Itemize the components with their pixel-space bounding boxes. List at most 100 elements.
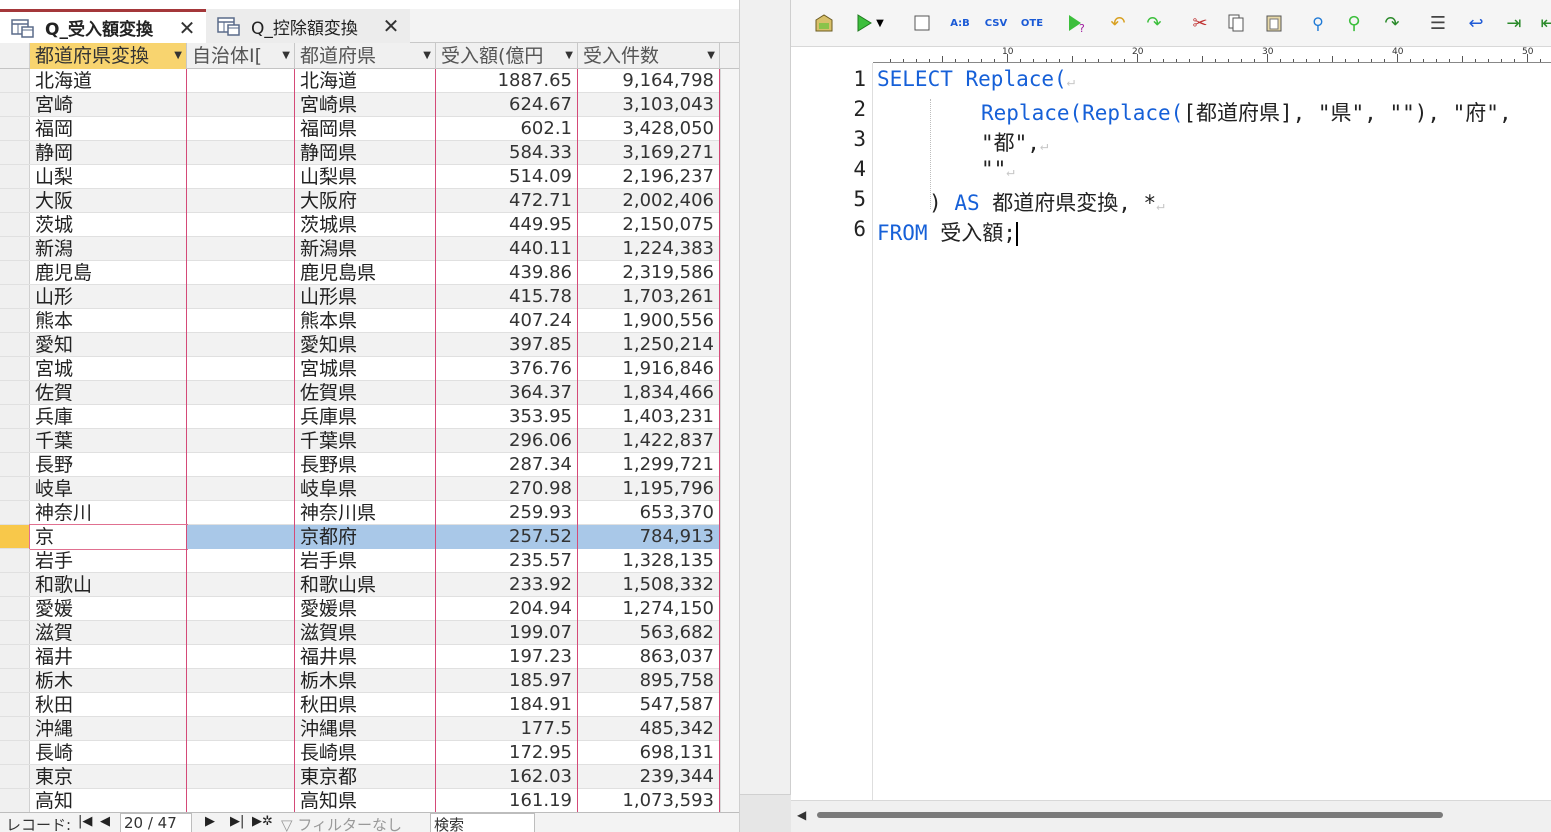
cell-jichitai-id[interactable] [187, 309, 295, 333]
cell-jichitai-id[interactable] [187, 669, 295, 693]
cell-todoufuken[interactable]: 宮城県 [295, 357, 436, 381]
row-selector[interactable] [0, 789, 30, 812]
cell-ukeire-gaku[interactable]: 353.95 [436, 405, 578, 429]
cell-ukeire-kensu[interactable]: 485,342 [578, 717, 720, 741]
cell-jichitai-id[interactable] [187, 501, 295, 525]
table-row[interactable]: 長野 長野県 287.34 1,299,721 [0, 453, 739, 477]
cell-todoufuken-henkan[interactable]: 岐阜 [30, 477, 187, 501]
cell-ukeire-gaku[interactable]: 197.23 [436, 645, 578, 669]
cell-todoufuken[interactable]: 新潟県 [295, 237, 436, 261]
cell-todoufuken[interactable]: 山形県 [295, 285, 436, 309]
cell-ukeire-kensu[interactable]: 1,250,214 [578, 333, 720, 357]
row-selector[interactable] [0, 693, 30, 716]
csv-icon[interactable]: CSV [983, 10, 1009, 36]
cell-ukeire-gaku[interactable]: 449.95 [436, 213, 578, 237]
table-row[interactable]: 愛媛 愛媛県 204.94 1,274,150 [0, 597, 739, 621]
cell-jichitai-id[interactable] [187, 573, 295, 597]
vertical-scrollbar[interactable] [720, 69, 739, 814]
row-selector[interactable] [0, 357, 30, 380]
paste-icon[interactable] [1261, 10, 1287, 36]
cell-jichitai-id[interactable] [187, 597, 295, 621]
cell-todoufuken[interactable]: 大阪府 [295, 189, 436, 213]
cell-todoufuken-henkan[interactable]: 茨城 [30, 213, 187, 237]
row-selector[interactable] [0, 741, 30, 764]
dropdown-arrow-icon[interactable]: ▼ [174, 43, 182, 69]
table-row[interactable]: 鹿児島 鹿児島県 439.86 2,319,586 [0, 261, 739, 285]
cell-ukeire-kensu[interactable]: 2,150,075 [578, 213, 720, 237]
row-selector[interactable] [0, 309, 30, 332]
cell-ukeire-gaku[interactable]: 407.24 [436, 309, 578, 333]
cell-ukeire-kensu[interactable]: 239,344 [578, 765, 720, 789]
close-tab-icon[interactable]: ✕ [380, 14, 402, 38]
cell-jichitai-id[interactable] [187, 333, 295, 357]
column-header-ukeire-gaku[interactable]: 受入額(億円 ▼ [436, 43, 578, 69]
cell-ukeire-gaku[interactable]: 296.06 [436, 429, 578, 453]
table-row[interactable]: 山形 山形県 415.78 1,703,261 [0, 285, 739, 309]
new-record-button[interactable]: ▶✲ [252, 814, 273, 829]
cell-jichitai-id[interactable] [187, 717, 295, 741]
row-selector[interactable] [0, 429, 30, 452]
cell-todoufuken[interactable]: 北海道 [295, 69, 436, 93]
cell-jichitai-id[interactable] [187, 405, 295, 429]
cell-ukeire-kensu[interactable]: 1,328,135 [578, 549, 720, 573]
table-row[interactable]: 和歌山 和歌山県 233.92 1,508,332 [0, 573, 739, 597]
cell-ukeire-kensu[interactable]: 2,002,406 [578, 189, 720, 213]
cell-jichitai-id[interactable] [187, 285, 295, 309]
cell-todoufuken-henkan[interactable]: 栃木 [30, 669, 187, 693]
cell-jichitai-id[interactable] [187, 789, 295, 813]
table-row[interactable]: 栃木 栃木県 185.97 895,758 [0, 669, 739, 693]
cell-ukeire-gaku[interactable]: 415.78 [436, 285, 578, 309]
window-splitter[interactable] [739, 0, 792, 832]
cell-todoufuken[interactable]: 愛媛県 [295, 597, 436, 621]
cell-todoufuken-henkan[interactable]: 大阪 [30, 189, 187, 213]
copy-icon[interactable] [1223, 10, 1249, 36]
cell-todoufuken-henkan[interactable]: 熊本 [30, 309, 187, 333]
cell-todoufuken-henkan[interactable]: 福岡 [30, 117, 187, 141]
indent-icon[interactable]: ⇥ [1501, 10, 1527, 36]
cell-ukeire-kensu[interactable]: 1,403,231 [578, 405, 720, 429]
cell-todoufuken-henkan[interactable]: 兵庫 [30, 405, 187, 429]
cell-todoufuken-henkan[interactable]: 東京 [30, 765, 187, 789]
goto-icon[interactable]: ↷ [1379, 10, 1405, 36]
cell-ukeire-gaku[interactable]: 584.33 [436, 141, 578, 165]
cell-todoufuken[interactable]: 静岡県 [295, 141, 436, 165]
cell-todoufuken-henkan[interactable]: 愛媛 [30, 597, 187, 621]
stop-icon[interactable] [909, 10, 935, 36]
row-selector[interactable] [0, 453, 30, 476]
cell-jichitai-id[interactable] [187, 645, 295, 669]
cell-todoufuken-henkan[interactable]: 秋田 [30, 693, 187, 717]
cell-jichitai-id[interactable] [187, 165, 295, 189]
wrap-icon[interactable]: ↩ [1463, 10, 1489, 36]
first-record-button[interactable]: |◀ [78, 814, 92, 829]
cut-icon[interactable]: ✂ [1187, 10, 1213, 36]
column-header-ukeire-kensu[interactable]: 受入件数 ▼ [578, 43, 720, 69]
find-icon[interactable]: ⚲ [1305, 10, 1331, 36]
close-tab-icon[interactable]: ✕ [176, 16, 198, 40]
cell-jichitai-id[interactable] [187, 237, 295, 261]
select-all-corner[interactable] [0, 43, 30, 68]
cell-ukeire-gaku[interactable]: 161.19 [436, 789, 578, 813]
cell-ukeire-gaku[interactable]: 376.76 [436, 357, 578, 381]
cell-ukeire-gaku[interactable]: 184.91 [436, 693, 578, 717]
table-row[interactable]: 北海道 北海道 1887.65 9,164,798 [0, 69, 739, 93]
dropdown-arrow-icon[interactable]: ▼ [565, 43, 573, 69]
cell-todoufuken[interactable]: 茨城県 [295, 213, 436, 237]
cell-ukeire-gaku[interactable]: 364.37 [436, 381, 578, 405]
cell-ukeire-gaku[interactable]: 235.57 [436, 549, 578, 573]
sql-code-area[interactable]: SELECT Replace(↵ Replace(Replace([都道府県],… [873, 63, 1551, 800]
search-input[interactable]: 検索 [430, 813, 535, 832]
row-selector[interactable] [0, 189, 30, 212]
cell-todoufuken-henkan[interactable]: 宮城 [30, 357, 187, 381]
cell-todoufuken-henkan[interactable]: 神奈川 [30, 501, 187, 525]
cell-todoufuken[interactable]: 福岡県 [295, 117, 436, 141]
row-selector[interactable] [0, 381, 30, 404]
scroll-left-icon[interactable]: ◀ [797, 808, 806, 822]
table-row[interactable]: 福井 福井県 197.23 863,037 [0, 645, 739, 669]
cell-jichitai-id[interactable] [187, 381, 295, 405]
dropdown-icon[interactable]: ▼ [873, 10, 887, 36]
cell-ukeire-gaku[interactable]: 602.1 [436, 117, 578, 141]
table-row[interactable]: 茨城 茨城県 449.95 2,150,075 [0, 213, 739, 237]
tab-q-uketsuke-henkan[interactable]: Q_受入額変換 ✕ [0, 9, 206, 43]
redo-icon[interactable]: ↷ [1141, 10, 1167, 36]
table-row[interactable]: 福岡 福岡県 602.1 3,428,050 [0, 117, 739, 141]
